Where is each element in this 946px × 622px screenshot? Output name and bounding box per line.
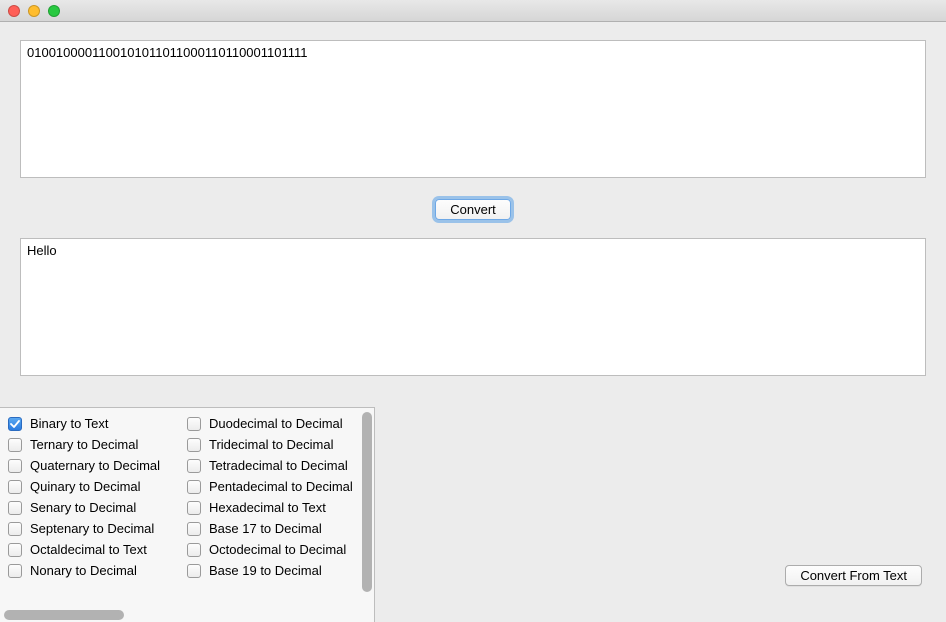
input-textarea[interactable] [20, 40, 926, 178]
option-label: Pentadecimal to Decimal [209, 479, 353, 494]
horizontal-scrollbar[interactable] [4, 610, 164, 620]
checkbox[interactable] [187, 501, 201, 515]
option-label: Base 17 to Decimal [209, 521, 322, 536]
checkbox[interactable] [8, 480, 22, 494]
vertical-scrollbar-thumb[interactable] [362, 412, 372, 592]
convert-from-text-button[interactable]: Convert From Text [785, 565, 922, 586]
option-row[interactable]: Quaternary to Decimal [8, 458, 179, 473]
options-col-2: Duodecimal to Decimal Tridecimal to Decim… [187, 416, 358, 578]
options-panel: Binary to Text Ternary to Decimal Quaterna… [0, 407, 375, 622]
content-area: Convert [0, 22, 946, 379]
option-row[interactable]: Base 19 to Decimal [187, 563, 358, 578]
option-row[interactable]: Senary to Decimal [8, 500, 179, 515]
zoom-icon[interactable] [48, 5, 60, 17]
option-row[interactable]: Pentadecimal to Decimal [187, 479, 358, 494]
option-label: Base 19 to Decimal [209, 563, 322, 578]
option-row[interactable]: Nonary to Decimal [8, 563, 179, 578]
checkbox[interactable] [8, 522, 22, 536]
checkbox[interactable] [8, 501, 22, 515]
option-row[interactable]: Ternary to Decimal [8, 437, 179, 452]
option-label: Tetradecimal to Decimal [209, 458, 348, 473]
option-label: Tridecimal to Decimal [209, 437, 334, 452]
convert-row: Convert [20, 181, 926, 238]
checkbox[interactable] [187, 480, 201, 494]
option-label: Nonary to Decimal [30, 563, 137, 578]
option-row[interactable]: Hexadecimal to Text [187, 500, 358, 515]
checkbox[interactable] [8, 459, 22, 473]
close-icon[interactable] [8, 5, 20, 17]
option-row[interactable]: Duodecimal to Decimal [187, 416, 358, 431]
convert-button[interactable]: Convert [435, 199, 511, 220]
option-label: Duodecimal to Decimal [209, 416, 343, 431]
checkbox[interactable] [187, 459, 201, 473]
checkbox[interactable] [187, 438, 201, 452]
checkbox[interactable] [8, 543, 22, 557]
option-label: Hexadecimal to Text [209, 500, 326, 515]
option-row[interactable]: Octaldecimal to Text [8, 542, 179, 557]
option-row[interactable]: Quinary to Decimal [8, 479, 179, 494]
option-label: Binary to Text [30, 416, 109, 431]
option-row[interactable]: Septenary to Decimal [8, 521, 179, 536]
checkbox[interactable] [8, 564, 22, 578]
option-label: Ternary to Decimal [30, 437, 138, 452]
minimize-icon[interactable] [28, 5, 40, 17]
horizontal-scrollbar-thumb[interactable] [4, 610, 124, 620]
option-label: Senary to Decimal [30, 500, 136, 515]
checkbox[interactable] [187, 543, 201, 557]
options-inner: Binary to Text Ternary to Decimal Quaterna… [8, 416, 358, 578]
checkbox[interactable] [187, 564, 201, 578]
checkbox[interactable] [187, 522, 201, 536]
options-col-1: Binary to Text Ternary to Decimal Quaterna… [8, 416, 179, 578]
option-row[interactable]: Octodecimal to Decimal [187, 542, 358, 557]
option-row[interactable]: Base 17 to Decimal [187, 521, 358, 536]
option-row[interactable]: Tridecimal to Decimal [187, 437, 358, 452]
option-row[interactable]: Binary to Text [8, 416, 179, 431]
option-label: Octodecimal to Decimal [209, 542, 346, 557]
titlebar [0, 0, 946, 22]
option-label: Octaldecimal to Text [30, 542, 147, 557]
checkbox[interactable] [187, 417, 201, 431]
checkbox[interactable] [8, 438, 22, 452]
lower-region: Binary to Text Ternary to Decimal Quaterna… [0, 407, 946, 622]
checkbox[interactable] [8, 417, 22, 431]
vertical-scrollbar[interactable] [362, 412, 372, 618]
option-label: Quaternary to Decimal [30, 458, 160, 473]
output-textarea[interactable] [20, 238, 926, 376]
option-label: Septenary to Decimal [30, 521, 154, 536]
option-label: Quinary to Decimal [30, 479, 141, 494]
option-row[interactable]: Tetradecimal to Decimal [187, 458, 358, 473]
